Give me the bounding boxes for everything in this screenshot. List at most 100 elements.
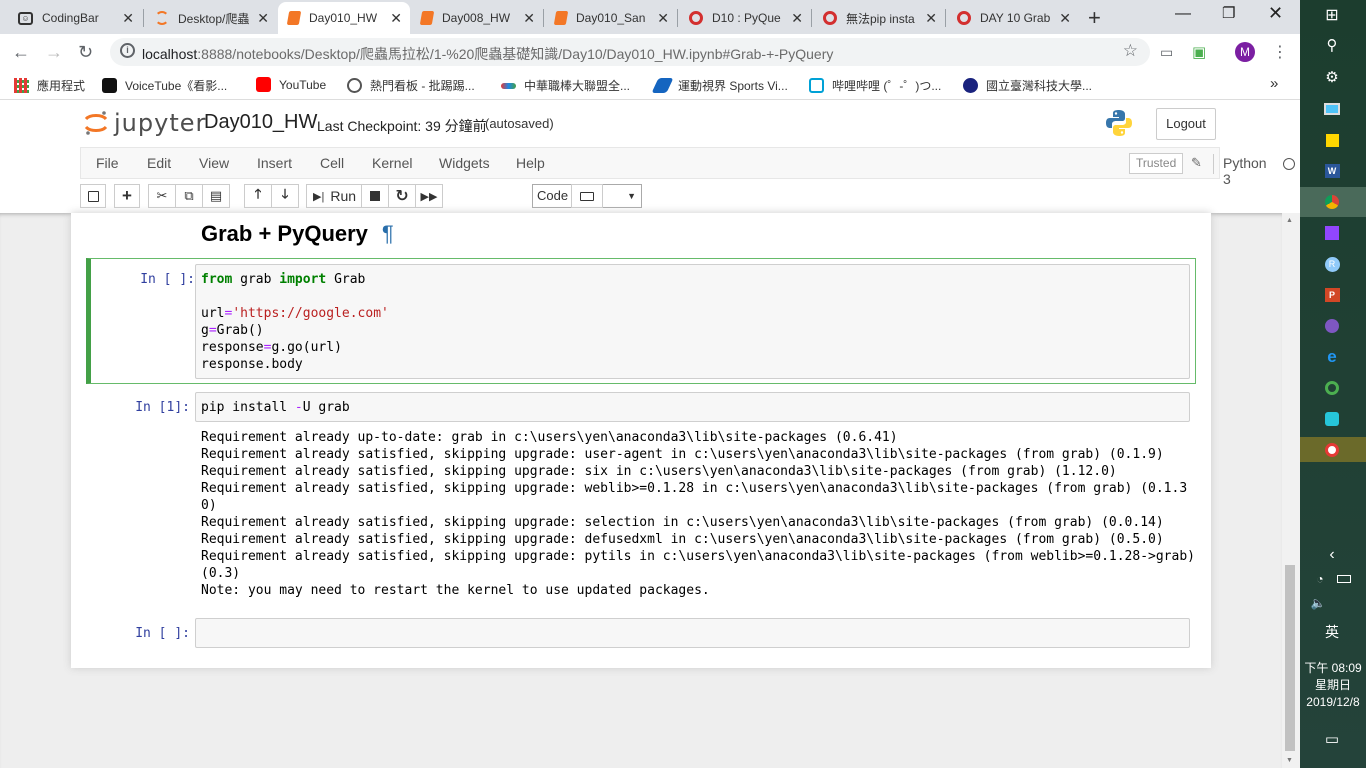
kernel-name[interactable]: Python 3 (1223, 155, 1267, 187)
code-editor[interactable]: from grab import Grab url='https://googl… (195, 264, 1190, 379)
close-icon[interactable]: ✕ (1059, 10, 1071, 27)
bookmark-ntust[interactable]: 國立臺灣科技大學... (963, 77, 1092, 94)
chrome-icon[interactable] (1322, 193, 1342, 211)
interrupt-button[interactable] (361, 184, 389, 208)
move-up-button[interactable]: 🡑 (244, 184, 272, 208)
profile-avatar[interactable]: M (1235, 42, 1255, 62)
copy-button[interactable]: ⧉ (175, 184, 203, 208)
notification-icon[interactable]: ▭ (1322, 730, 1342, 748)
edge-icon[interactable]: e (1322, 347, 1342, 366)
sticky-notes-icon[interactable] (1322, 131, 1342, 149)
forward-icon[interactable]: → (45, 42, 63, 63)
star-icon[interactable]: ☆ (1123, 41, 1138, 61)
wifi-icon[interactable]: ◔ (1310, 570, 1330, 588)
twitch-icon[interactable] (1322, 224, 1342, 242)
settings-gear-icon[interactable]: ⚙ (1322, 68, 1342, 86)
restart-button[interactable]: ↻ (388, 184, 416, 208)
command-palette-button[interactable] (571, 184, 603, 208)
jupyter-logo[interactable]: jupyter (84, 109, 206, 137)
close-icon[interactable]: ✕ (657, 10, 669, 27)
code-editor[interactable] (195, 618, 1190, 648)
notebook-name[interactable]: Day010_HW (204, 111, 317, 134)
taskbar-clock[interactable]: 下午 08:09 星期日 2019/12/8 (1300, 660, 1366, 711)
trusted-indicator[interactable]: Trusted (1129, 153, 1184, 174)
logout-button[interactable]: Logout (1156, 108, 1216, 140)
minimize-button[interactable]: — (1175, 5, 1191, 23)
close-icon[interactable]: ✕ (390, 10, 402, 27)
tab-d10-pyquery[interactable]: D10 : PyQue ✕ (679, 2, 811, 34)
word-icon[interactable]: W (1322, 162, 1342, 180)
vertical-scrollbar[interactable]: ▲ ▼ (1282, 213, 1300, 768)
menu-view[interactable]: View (199, 155, 229, 171)
paste-button[interactable]: ▤ (202, 184, 230, 208)
code-cell-selected[interactable]: In [ ]: from grab import Grab url='https… (86, 258, 1196, 384)
cupoy-app-icon[interactable] (1322, 441, 1342, 459)
save-button[interactable] (80, 184, 106, 208)
menu-kernel[interactable]: Kernel (372, 155, 412, 171)
search-icon[interactable]: ⚲ (1322, 36, 1342, 54)
bookmark-sportsv[interactable]: 運動視界 Sports Vi... (651, 77, 788, 94)
menu-edit[interactable]: Edit (147, 155, 171, 171)
cat-app-icon[interactable] (1322, 317, 1342, 335)
code-editor[interactable]: pip install -U grab (195, 392, 1190, 422)
close-icon[interactable]: ✕ (122, 10, 134, 27)
menu-insert[interactable]: Insert (257, 155, 292, 171)
bookmark-ptt[interactable]: 熱門看板 - 批踢踢... (347, 77, 475, 94)
notebook-scroll-area[interactable]: Grab + PyQuery ¶ In [ ]: from grab import… (0, 213, 1282, 768)
menu-widgets[interactable]: Widgets (439, 155, 490, 171)
url-text[interactable]: localhost:8888/notebooks/Desktop/爬蟲馬拉松/1… (142, 44, 833, 64)
tab-day10-grab[interactable]: DAY 10 Grab ✕ (947, 2, 1079, 34)
back-icon[interactable]: ← (12, 42, 30, 63)
restart-run-all-button[interactable]: ▶▶ (415, 184, 443, 208)
restore-button[interactable]: ❐ (1222, 4, 1235, 22)
cut-button[interactable]: ✂ (148, 184, 176, 208)
tab-day010-hw[interactable]: Day010_HW ✕ (278, 2, 410, 34)
close-icon[interactable]: ✕ (257, 10, 269, 27)
circle-app-icon[interactable] (1322, 379, 1342, 397)
bookmark-apps[interactable]: 應用程式 (14, 77, 85, 94)
scroll-up-icon[interactable]: ▲ (1286, 217, 1293, 224)
close-icon[interactable]: ✕ (523, 10, 535, 27)
bookmark-youtube[interactable]: YouTube (256, 77, 326, 92)
markdown-heading[interactable]: Grab + PyQuery ¶ (201, 221, 394, 247)
tab-codingbar[interactable]: ☺ CodingBar ✕ (8, 2, 142, 34)
code-cell[interactable]: In [1]: pip install -U grab Requirement … (86, 391, 1196, 611)
code-cell-empty[interactable]: In [ ]: (86, 617, 1196, 649)
bookmark-bilibili[interactable]: 哔哩哔哩 (゜-゜)つ... (809, 77, 941, 94)
move-down-button[interactable]: 🡓 (271, 184, 299, 208)
battery-icon[interactable] (1334, 570, 1354, 588)
r-app-icon[interactable]: R (1322, 255, 1342, 273)
run-button[interactable]: ▶| Run (306, 184, 362, 208)
window-close-button[interactable]: ✕ (1268, 3, 1283, 24)
info-icon[interactable]: i (120, 43, 135, 58)
menu-cell[interactable]: Cell (320, 155, 344, 171)
menu-file[interactable]: File (96, 155, 119, 171)
cast-icon[interactable]: ▭ (1160, 44, 1173, 61)
omnibox[interactable]: i localhost:8888/notebooks/Desktop/爬蟲馬拉松… (110, 38, 1150, 66)
reload-icon[interactable]: ↻ (78, 42, 93, 63)
tab-day008-hw[interactable]: Day008_HW ✕ (411, 2, 543, 34)
extension-icon[interactable]: ▣ (1192, 43, 1206, 61)
monitor-app-icon[interactable] (1322, 100, 1342, 118)
volume-icon[interactable]: 🔈 (1308, 594, 1328, 612)
scrollbar-thumb[interactable] (1285, 565, 1295, 751)
bookmarks-overflow-button[interactable]: » (1270, 75, 1278, 92)
bookmark-voicetube[interactable]: VoiceTube《看影... (102, 77, 227, 94)
anchor-link[interactable]: ¶ (382, 221, 394, 246)
menu-kebab-icon[interactable]: ⋮ (1272, 42, 1288, 62)
chevron-left-icon[interactable]: ‹ (1322, 546, 1342, 564)
new-tab-button[interactable]: + (1088, 5, 1101, 31)
bookmark-cpbl[interactable]: 中華職棒大聯盟全... (501, 77, 630, 94)
pencil-icon[interactable]: ✎ (1191, 155, 1202, 171)
tab-desktop[interactable]: Desktop/爬蟲 ✕ (145, 2, 277, 34)
tab-pip-install[interactable]: 無法pip insta ✕ (813, 2, 945, 34)
powerpoint-icon[interactable]: P (1322, 286, 1342, 304)
close-icon[interactable]: ✕ (925, 10, 937, 27)
windows-start-icon[interactable]: ⊞ (1322, 6, 1342, 24)
close-icon[interactable]: ✕ (791, 10, 803, 27)
star-app-icon[interactable] (1322, 410, 1342, 428)
menu-help[interactable]: Help (516, 155, 545, 171)
ime-indicator[interactable]: 英 (1322, 623, 1342, 641)
scroll-down-icon[interactable]: ▼ (1286, 757, 1293, 764)
insert-cell-button[interactable]: + (114, 184, 140, 208)
